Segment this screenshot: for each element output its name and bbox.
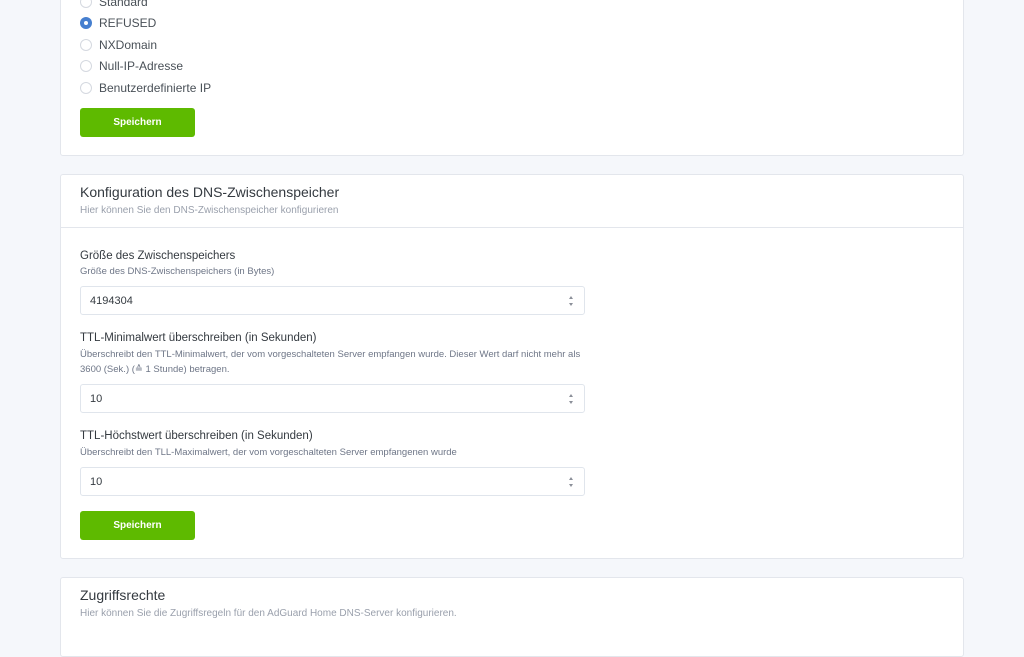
radio-label-nxdomain: NXDomain <box>99 38 158 52</box>
number-stepper-icon[interactable] <box>568 296 574 306</box>
radio-option-custom-ip[interactable]: Benutzerdefinierte IP <box>80 81 211 95</box>
cache-size-value: 4194304 <box>90 294 133 307</box>
card-title: Zugriffsrechte <box>80 587 166 603</box>
card-subtitle: Hier können Sie den DNS-Zwischenspeicher… <box>80 205 339 216</box>
radio-option-standard[interactable]: Standard <box>80 0 148 9</box>
radio-label-custom-ip: Benutzerdefinierte IP <box>99 81 212 95</box>
number-stepper-icon[interactable] <box>568 394 574 404</box>
cache-size-input[interactable]: 4194304 <box>80 286 585 315</box>
ttl-min-value: 10 <box>90 392 103 405</box>
radio-option-null-ip[interactable]: Null-IP-Adresse <box>80 59 183 73</box>
card-header: Konfiguration des DNS-Zwischenspeicher H… <box>61 175 963 228</box>
radio-nxdomain[interactable] <box>80 39 92 51</box>
card-subtitle: Hier können Sie die Zugriffsregeln für d… <box>80 608 457 619</box>
ttl-min-input[interactable]: 10 <box>80 384 585 413</box>
blocking-mode-save-button[interactable]: Speichern <box>80 108 195 137</box>
radio-refused[interactable] <box>80 17 92 29</box>
ttl-min-description: Überschreibt den TTL-Minimalwert, der vo… <box>80 349 581 375</box>
access-settings-card: Zugriffsrechte Hier können Sie die Zugri… <box>60 577 964 657</box>
radio-label-null-ip: Null-IP-Adresse <box>99 59 184 73</box>
ttl-max-value: 10 <box>90 475 103 488</box>
blocking-mode-card: Standard REFUSED NXDomain Null-IP-Adress… <box>60 0 964 156</box>
ttl-max-label: TTL-Höchstwert überschreiben (in Sekunde… <box>80 430 313 442</box>
radio-custom-ip[interactable] <box>80 82 92 94</box>
radio-null-ip[interactable] <box>80 60 92 72</box>
ttl-max-description: Überschreibt den TLL-Maximalwert, der vo… <box>80 447 457 458</box>
radio-label-refused: REFUSED <box>99 16 157 30</box>
cache-size-label: Größe des Zwischenspeichers <box>80 250 236 262</box>
ttl-max-input[interactable]: 10 <box>80 467 585 496</box>
number-stepper-icon[interactable] <box>568 477 574 487</box>
radio-option-refused[interactable]: REFUSED <box>80 16 156 30</box>
cache-size-description: Größe des DNS-Zwischenspeichers (in Byte… <box>80 266 275 277</box>
radio-option-nxdomain[interactable]: NXDomain <box>80 38 157 52</box>
radio-standard[interactable] <box>80 0 92 8</box>
card-title: Konfiguration des DNS-Zwischenspeicher <box>80 184 340 200</box>
dns-cache-config-card: Konfiguration des DNS-Zwischenspeicher H… <box>60 174 964 559</box>
ttl-min-label: TTL-Minimalwert überschreiben (in Sekund… <box>80 332 317 344</box>
radio-label-standard: Standard <box>99 0 148 9</box>
cache-config-save-button[interactable]: Speichern <box>80 511 195 540</box>
